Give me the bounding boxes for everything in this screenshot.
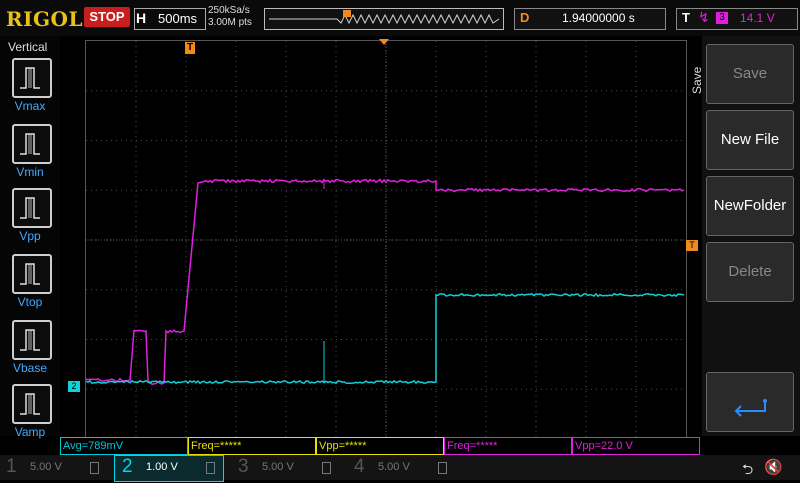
channel-2-scale[interactable]: 1.00 V [146, 461, 178, 473]
memory-overview-bar[interactable] [264, 8, 504, 30]
measure-vbase-button[interactable] [12, 320, 52, 360]
trigger-box[interactable] [676, 8, 798, 30]
trigger-level-marker[interactable]: T [686, 240, 698, 251]
coupling-icon [90, 462, 99, 474]
menu-return-button[interactable] [706, 372, 794, 432]
trigger-source: 3 [716, 12, 728, 24]
menu-new-folder-button[interactable]: NewFolder [706, 176, 794, 236]
pulse-icon [14, 322, 50, 358]
channel2-ref-marker[interactable]: 2 [68, 381, 80, 392]
waveform-display [86, 41, 686, 439]
sample-rate: 250kSa/s [208, 6, 250, 16]
pulse-icon [14, 126, 50, 162]
trigger-position-marker: T [185, 42, 195, 54]
measure-label: Vamp [0, 425, 60, 439]
menu-delete-button[interactable]: Delete [706, 242, 794, 302]
coupling-icon [206, 462, 215, 474]
menu-save-button[interactable]: Save [706, 44, 794, 104]
memory-overview-waveform [265, 9, 503, 29]
timebase-value: 500ms [158, 11, 197, 26]
measure-vamp-button[interactable] [12, 384, 52, 424]
channel-1-number[interactable]: 1 [6, 456, 17, 478]
measure-label: Vmax [0, 99, 60, 113]
channel-4-number[interactable]: 4 [354, 456, 365, 478]
measure-label: Vtop [0, 295, 60, 309]
measure-vmin-button[interactable] [12, 124, 52, 164]
channel-4-scale[interactable]: 5.00 V [378, 461, 410, 473]
measure-vtop-button[interactable] [12, 254, 52, 294]
center-marker [379, 39, 389, 45]
measurement-item: Vpp=***** [316, 437, 444, 455]
sidebar-title: Vertical [8, 40, 47, 54]
waveform-grid[interactable] [85, 40, 687, 440]
measurement-item: Freq=***** [188, 437, 316, 455]
channel-2-number[interactable]: 2 [122, 456, 133, 478]
pulse-icon [14, 256, 50, 292]
measurement-item: Freq=***** [444, 437, 572, 455]
rising-edge-icon: ↯ [698, 9, 710, 26]
coupling-icon [322, 462, 331, 474]
speaker-mute-icon[interactable]: 🔇 [764, 458, 783, 476]
measurement-item: Avg=789mV [60, 437, 188, 455]
channel-1-scale[interactable]: 5.00 V [30, 461, 62, 473]
coupling-icon [438, 462, 447, 474]
channel2-trace [86, 294, 684, 383]
channel-3-number[interactable]: 3 [238, 456, 249, 478]
trigger-label: T [682, 10, 690, 25]
channel3-trace [86, 180, 684, 385]
usb-icon: ⮌ [742, 459, 753, 483]
pulse-icon [14, 386, 50, 422]
memory-depth: 3.00M pts [208, 17, 252, 28]
menu-title: Save [690, 67, 704, 94]
measure-label: Vbase [0, 361, 60, 375]
return-icon [707, 373, 793, 431]
measure-vpp-button[interactable] [12, 188, 52, 228]
measure-label: Vpp [0, 229, 60, 243]
pulse-icon [14, 190, 50, 226]
brand-logo: RIGOL [6, 7, 83, 31]
measure-label: Vmin [0, 165, 60, 179]
run-stop-button[interactable]: STOP [84, 7, 130, 27]
menu-new-file-button[interactable]: New File [706, 110, 794, 170]
measurement-item: Vpp=22.0 V [572, 437, 700, 455]
delay-label: D [520, 10, 529, 25]
delay-value: 1.94000000 s [562, 11, 635, 25]
pulse-icon [14, 60, 50, 96]
channel-3-scale[interactable]: 5.00 V [262, 461, 294, 473]
measure-vmax-button[interactable] [12, 58, 52, 98]
horizontal-label: H [136, 10, 146, 26]
trigger-level: 14.1 V [740, 11, 775, 25]
